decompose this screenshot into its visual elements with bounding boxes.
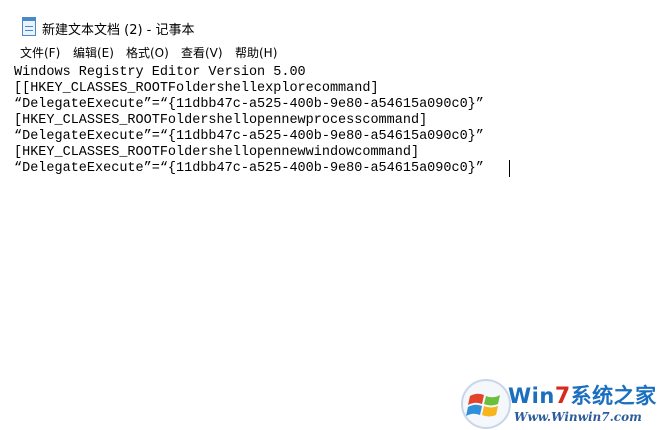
editor-line: [HKEY_CLASSES_ROOTFoldershellopennewproc… [14, 113, 428, 128]
watermark-in: in [531, 384, 555, 408]
menu-help[interactable]: 帮助(H) [235, 44, 277, 61]
watermark: Win7系统之家 Www.Winwin7.com [460, 378, 660, 430]
editor-line: “DelegateExecute”=“{11dbb47c-a525-400b-9… [14, 97, 484, 112]
editor-line: “DelegateExecute”=“{11dbb47c-a525-400b-9… [14, 129, 484, 144]
notepad-window: 新建文本文档 (2) - 记事本 文件(F) 编辑(E) 格式(O) 查看(V)… [0, 0, 660, 430]
menu-bar: 文件(F) 编辑(E) 格式(O) 查看(V) 帮助(H) [0, 42, 660, 62]
watermark-w: W [508, 384, 532, 408]
windows-logo-icon [461, 379, 511, 429]
menu-format[interactable]: 格式(O) [126, 44, 169, 61]
editor-line: [[HKEY_CLASSES_ROOTFoldershellexplorecom… [14, 81, 379, 96]
watermark-title: Win7系统之家 [508, 380, 657, 410]
editor-line: Windows Registry Editor Version 5.00 [14, 65, 306, 80]
text-editor-area[interactable]: Windows Registry Editor Version 5.00 [[H… [0, 62, 660, 430]
watermark-cn: 系统之家 [570, 384, 657, 408]
editor-line: [HKEY_CLASSES_ROOTFoldershellopennewwind… [14, 145, 420, 160]
notepad-icon [22, 20, 36, 36]
menu-file[interactable]: 文件(F) [20, 44, 60, 61]
title-bar[interactable]: 新建文本文档 (2) - 记事本 [0, 0, 660, 40]
editor-line: “DelegateExecute”=“{11dbb47c-a525-400b-9… [14, 161, 484, 176]
menu-edit[interactable]: 编辑(E) [73, 44, 114, 61]
watermark-7: 7 [554, 384, 571, 409]
menu-view[interactable]: 查看(V) [181, 44, 223, 61]
text-caret [509, 160, 510, 177]
window-title: 新建文本文档 (2) - 记事本 [42, 23, 195, 38]
watermark-url: Www.Winwin7.com [514, 410, 642, 424]
